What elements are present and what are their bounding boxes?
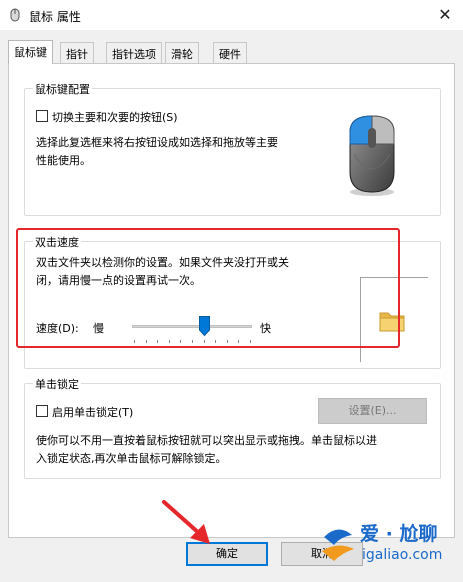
tab-buttons[interactable]: 鼠标键 [8, 40, 53, 64]
title-bar: 鼠标 属性 ✕ [0, 0, 463, 30]
switch-buttons-description-line2: 性能使用。 [36, 154, 91, 167]
button-config-group-label: 鼠标键配置 [33, 81, 92, 97]
watermark: 爱 · 尬聊 igaliao.com [320, 515, 463, 575]
tab-pointers[interactable]: 指针 [60, 42, 94, 63]
mouse-icon [10, 8, 20, 22]
click-lock-settings-button[interactable]: 设置(E)... [318, 398, 427, 424]
click-lock-description-line2: 入锁定状态,再次单击鼠标可解除锁定。 [36, 452, 227, 465]
tab-hardware[interactable]: 硬件 [213, 42, 247, 63]
watermark-logo-icon [322, 529, 354, 561]
click-lock-checkbox[interactable] [36, 405, 48, 417]
watermark-brand: 爱 · 尬聊 [360, 523, 438, 545]
switch-buttons-label[interactable]: 切换主要和次要的按钮(S) [52, 109, 178, 125]
mouse-properties-window: 鼠标 属性 ✕ 鼠标键 指针 指针选项 滑轮 硬件 鼠标键配置 切换主要和次要的… [0, 0, 463, 582]
red-arrow-icon [162, 500, 210, 544]
highlight-box [16, 228, 400, 348]
click-lock-label[interactable]: 启用单击锁定(T) [52, 404, 133, 420]
window-title: 鼠标 属性 [29, 10, 81, 24]
tab-wheel[interactable]: 滑轮 [165, 42, 199, 63]
mouse-image-icon [349, 115, 395, 196]
click-lock-description-line1: 使你可以不用一直按着鼠标按钮就可以突出显示或拖拽。单击鼠标以进 [36, 434, 377, 447]
switch-buttons-description-line1: 选择此复选框来将右按钮设成如选择和拖放等主要 [36, 136, 278, 149]
switch-buttons-checkbox[interactable] [36, 110, 48, 122]
watermark-url: igaliao.com [362, 547, 443, 563]
click-lock-group-label: 单击锁定 [33, 376, 81, 392]
close-button[interactable]: ✕ [427, 0, 463, 30]
tab-pointer-options[interactable]: 指针选项 [106, 42, 162, 63]
